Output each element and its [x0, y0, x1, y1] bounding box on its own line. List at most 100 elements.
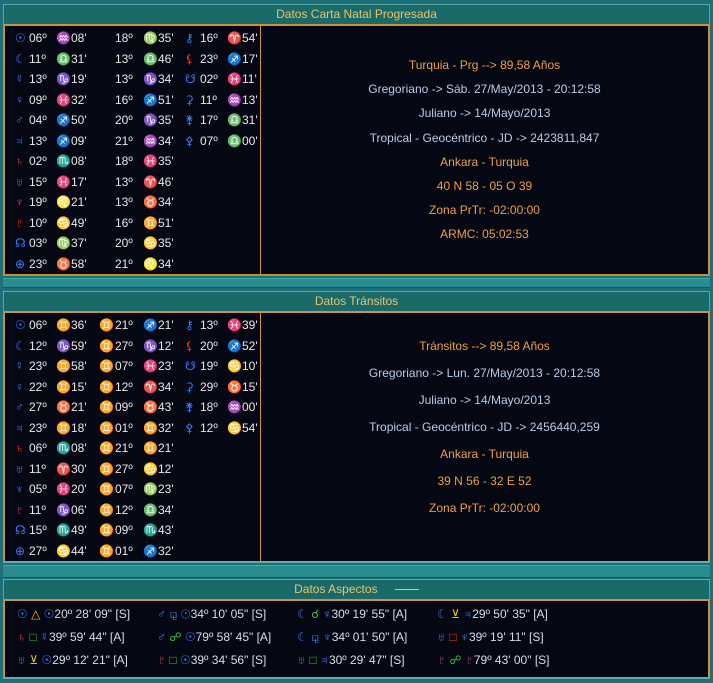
- degree: 03º: [29, 236, 47, 250]
- zodiac-sign-icon: ♉: [143, 400, 158, 414]
- degree: 16º: [200, 31, 218, 45]
- zodiac-sign-icon: ♑: [143, 338, 158, 353]
- position-row: ♄ 02º ♏ 08' 18º ♓ 35': [5, 151, 260, 171]
- zodiac-sign-icon: ♋: [56, 215, 71, 230]
- planet-glyph-icon: ☉: [15, 318, 26, 332]
- minutes: 51': [158, 92, 174, 107]
- zodiac-sign-icon: ♊: [99, 359, 114, 373]
- zodiac-sign-icon: ♊: [56, 420, 71, 435]
- degree: 06º: [29, 318, 47, 332]
- zodiac-sign-icon: ♋: [143, 461, 158, 476]
- natal-positions: ☉ 06º ♒ 08' 18º ♍ 35' ⚷ 16º ♈ 54' ☾ 11º ♎ 31' 13º ♎ 46' ⚸ 2…: [4, 25, 261, 275]
- minutes: 35': [158, 113, 174, 127]
- info-line: 39 N 56 - 32 E 52: [437, 474, 532, 488]
- planet-glyph-icon: ☿: [15, 359, 24, 373]
- zodiac-sign-icon: ♉: [56, 256, 71, 271]
- minutes: 34': [158, 502, 174, 517]
- position-row: ⊕ 27º ♋ 44' ♊ 01º ♐ 32': [5, 541, 260, 561]
- minutes: 37': [71, 236, 87, 250]
- minutes: 08': [71, 441, 87, 455]
- minutes: 00': [242, 133, 258, 148]
- zodiac-sign-icon: ♓: [56, 92, 71, 107]
- planet-glyph-icon: ♇: [15, 215, 24, 230]
- degree: 18º: [200, 400, 218, 414]
- degree: 27º: [115, 338, 133, 353]
- minutes: 17': [71, 174, 87, 189]
- planet-glyph-icon: ♂: [157, 630, 170, 644]
- planet-glyph-icon: ♆: [15, 195, 24, 209]
- minutes: 20': [71, 482, 87, 496]
- planet-glyph-icon: ♇: [464, 653, 474, 667]
- zodiac-sign-icon: ♉: [56, 400, 71, 414]
- minutes: 54': [242, 420, 258, 435]
- minutes: 32': [158, 420, 174, 435]
- separator-bar-2: [3, 565, 710, 578]
- minutes: 39': [242, 318, 258, 332]
- planet-glyph-icon: ⚳: [185, 379, 194, 394]
- minutes: 21': [71, 195, 87, 209]
- zodiac-sign-icon: ♊: [99, 482, 114, 496]
- minutes: 35': [158, 31, 174, 45]
- degree: 02º: [29, 154, 47, 168]
- planet-glyph-icon: ☊: [15, 236, 26, 250]
- planet-glyph-icon: ♅: [17, 653, 30, 667]
- aspects-body: ☉ △ ☉20º 28' 09" [S] ♂ ⚼ ☉34º 10' 05" [S]…: [4, 600, 709, 678]
- zodiac-sign-icon: ♊: [99, 502, 114, 517]
- info-line: ARMC: 05:02:53: [440, 227, 529, 242]
- aspect-item: ♂ ☍ ☉79º 58' 45" [A]: [157, 626, 271, 648]
- minutes: 21': [71, 400, 87, 414]
- degree: 09º: [115, 400, 133, 414]
- zodiac-sign-icon: ♊: [143, 441, 158, 455]
- minutes: 17': [242, 51, 258, 66]
- info-line: Juliano -> 14/Mayo/2013: [418, 106, 551, 121]
- zodiac-sign-icon: ♊: [99, 461, 114, 476]
- zodiac-sign-icon: ♑: [143, 113, 158, 127]
- aspect-item: ♅ ⊻ ☉29º 12' 21" [A]: [17, 649, 128, 671]
- aspect-value: 34º 10' 05" [S]: [190, 607, 267, 621]
- transits-info: Tránsitos --> 89,58 Años Gregoriano -> Lu…: [261, 312, 709, 562]
- zodiac-sign-icon: ♊: [99, 523, 114, 537]
- degree: 20º: [115, 113, 133, 127]
- planet-glyph-icon: ☉: [43, 607, 55, 621]
- planet-glyph-icon: ♆: [15, 482, 24, 496]
- planet-glyph-icon: ♀: [15, 92, 24, 107]
- degree: 12º: [115, 379, 133, 394]
- planet-glyph-icon: ♅: [297, 653, 310, 667]
- aspects-panel: Datos Aspectos ☉ △ ☉20º 28' 09" [S] ♂ ⚼ ☉…: [3, 579, 710, 679]
- minutes: 10': [242, 359, 258, 373]
- aspect-value: 29º 50' 35" [A]: [472, 607, 548, 621]
- zodiac-sign-icon: ♐: [227, 338, 242, 353]
- minutes: 34': [158, 72, 174, 86]
- planet-glyph-icon: ☉: [15, 31, 26, 45]
- zodiac-sign-icon: ♈: [143, 379, 158, 394]
- zodiac-sign-icon: ♐: [227, 51, 242, 66]
- degree: 02º: [200, 72, 218, 86]
- minutes: 23': [158, 482, 174, 496]
- zodiac-sign-icon: ♊: [56, 379, 71, 394]
- degree: 21º: [115, 133, 133, 148]
- planet-glyph-icon: ☉: [17, 607, 32, 621]
- zodiac-sign-icon: ♐: [56, 133, 71, 148]
- aspect-item: ☉ △ ☉20º 28' 09" [S]: [17, 603, 130, 625]
- degree: 27º: [29, 400, 47, 414]
- planet-glyph-icon: ♃: [319, 653, 329, 667]
- position-row: ☊ 15º ♏ 49' ♊ 09º ♏ 43': [5, 520, 260, 540]
- planet-glyph-icon: ⊕: [15, 543, 26, 558]
- position-row: ♃ 13º ♐ 09' 21º ♒ 34' ⚴ 07º ♎ 00': [5, 131, 260, 151]
- planet-glyph-icon: ☊: [15, 523, 26, 537]
- zodiac-sign-icon: ♈: [143, 174, 158, 189]
- zodiac-sign-icon: ♓: [56, 482, 71, 496]
- zodiac-sign-icon: ♉: [143, 195, 158, 209]
- zodiac-sign-icon: ♊: [143, 420, 158, 435]
- zodiac-sign-icon: ♓: [143, 359, 158, 373]
- minutes: 51': [158, 215, 174, 230]
- minutes: 54': [242, 31, 258, 45]
- aspect-item: ♄ □ ☿39º 59' 44" [A]: [17, 626, 125, 648]
- degree: 09º: [115, 523, 133, 537]
- aspect-glyph-icon: □: [169, 653, 180, 667]
- minutes: 49': [71, 215, 87, 230]
- zodiac-sign-icon: ♍: [143, 482, 158, 496]
- aspect-item: ♇ □ ☉39º 34' 56" [S]: [157, 649, 266, 671]
- position-row: ♅ 11º ♈ 30' ♊ 27º ♋ 12': [5, 459, 260, 479]
- degree: 21º: [115, 318, 133, 332]
